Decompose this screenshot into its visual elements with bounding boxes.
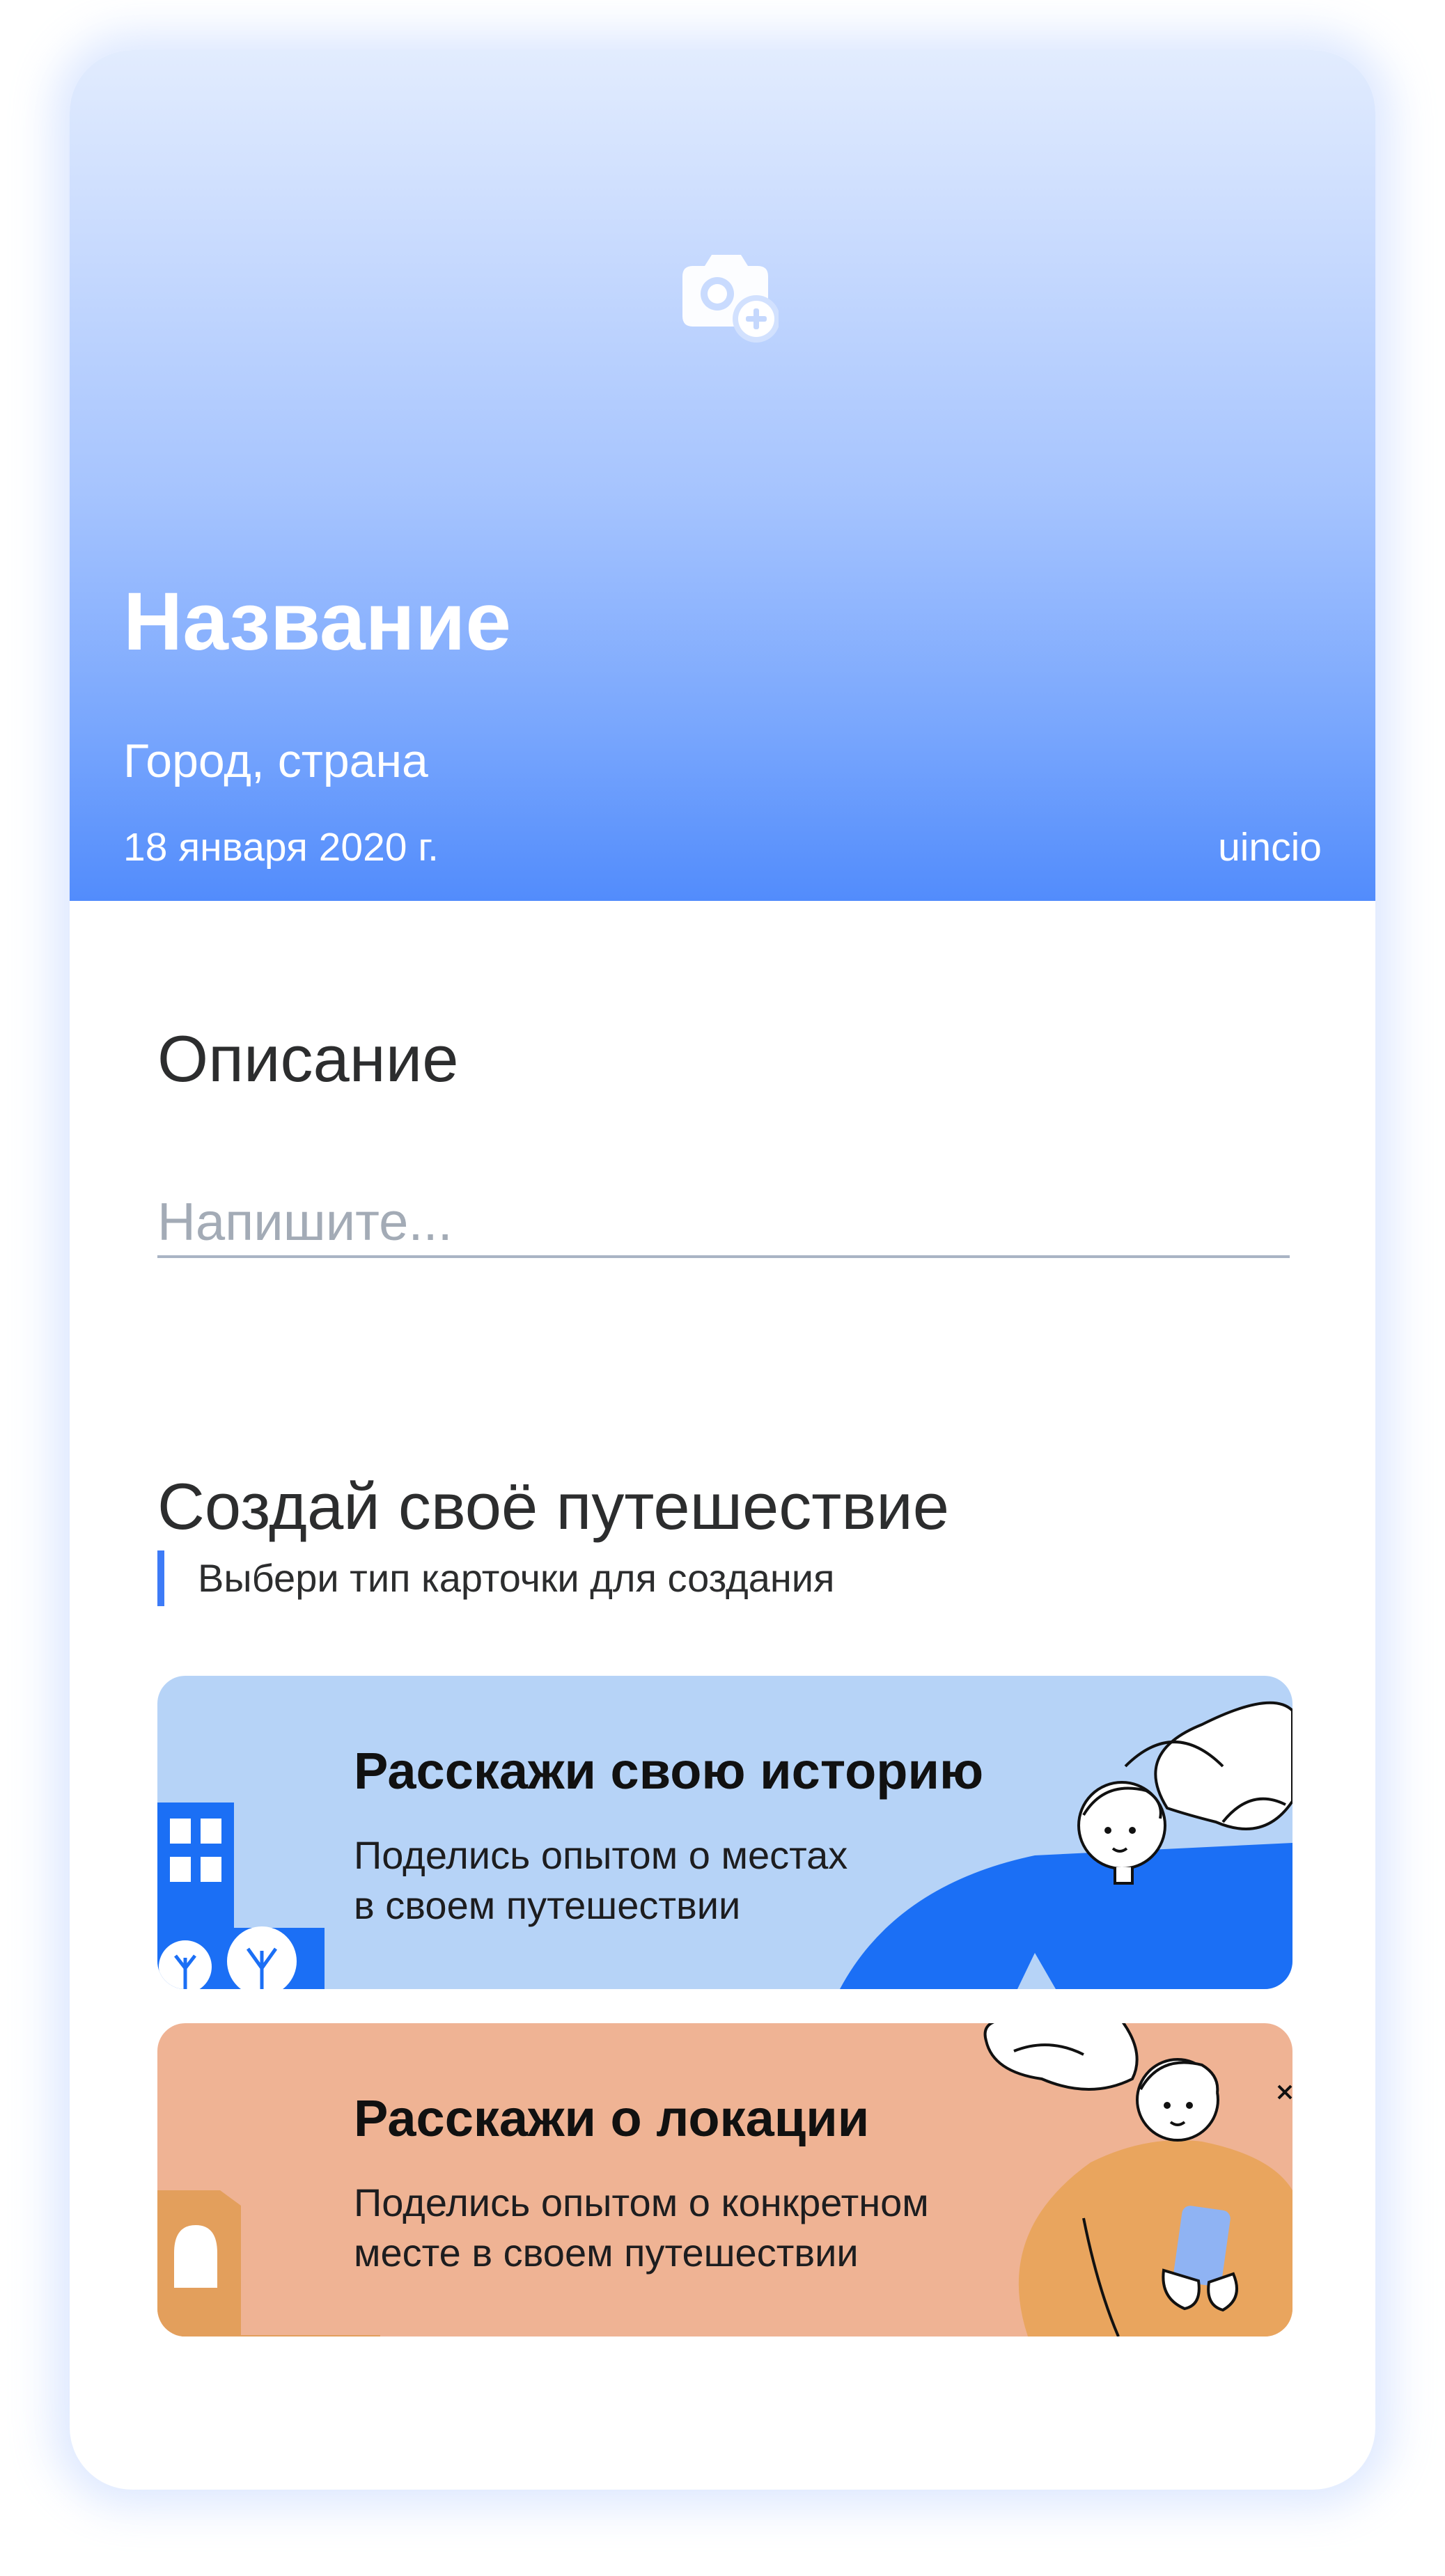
trip-location[interactable]: Город, страна bbox=[123, 737, 428, 785]
story-card-text-1: Поделись опытом о местах bbox=[354, 1833, 848, 1877]
story-card-title: Расскажи свою историю bbox=[354, 1742, 984, 1800]
location-illustration bbox=[157, 2023, 1292, 2337]
camera-add-icon[interactable] bbox=[674, 238, 779, 343]
location-card-text-2: месте в своем путешествии bbox=[354, 2231, 859, 2275]
location-card-title: Расскажи о локации bbox=[354, 2089, 870, 2147]
description-heading: Описание bbox=[157, 1022, 459, 1095]
location-card-text-1: Поделись опытом о конкретном bbox=[354, 2181, 929, 2224]
story-card[interactable]: Расскажи свою историю Поделись опытом о … bbox=[157, 1676, 1292, 1989]
trip-date: 18 января 2020 г. bbox=[123, 825, 439, 870]
card-type-hint: Выбери тип карточки для создания bbox=[157, 1550, 834, 1606]
story-illustration bbox=[157, 1701, 1292, 1989]
author-name: uincio bbox=[1218, 825, 1322, 870]
trip-title[interactable]: Название bbox=[123, 581, 511, 663]
story-card-text-2: в своем путешествии bbox=[354, 1883, 741, 1927]
location-card[interactable]: Расскажи о локации Поделись опытом о кон… bbox=[157, 2023, 1292, 2337]
trip-card: Название Город, страна 18 января 2020 г.… bbox=[70, 50, 1375, 2490]
create-journey-heading: Создай своё путешествие bbox=[157, 1470, 950, 1543]
description-input[interactable] bbox=[157, 1188, 1290, 1258]
cover-header: Название Город, страна 18 января 2020 г.… bbox=[70, 50, 1375, 901]
